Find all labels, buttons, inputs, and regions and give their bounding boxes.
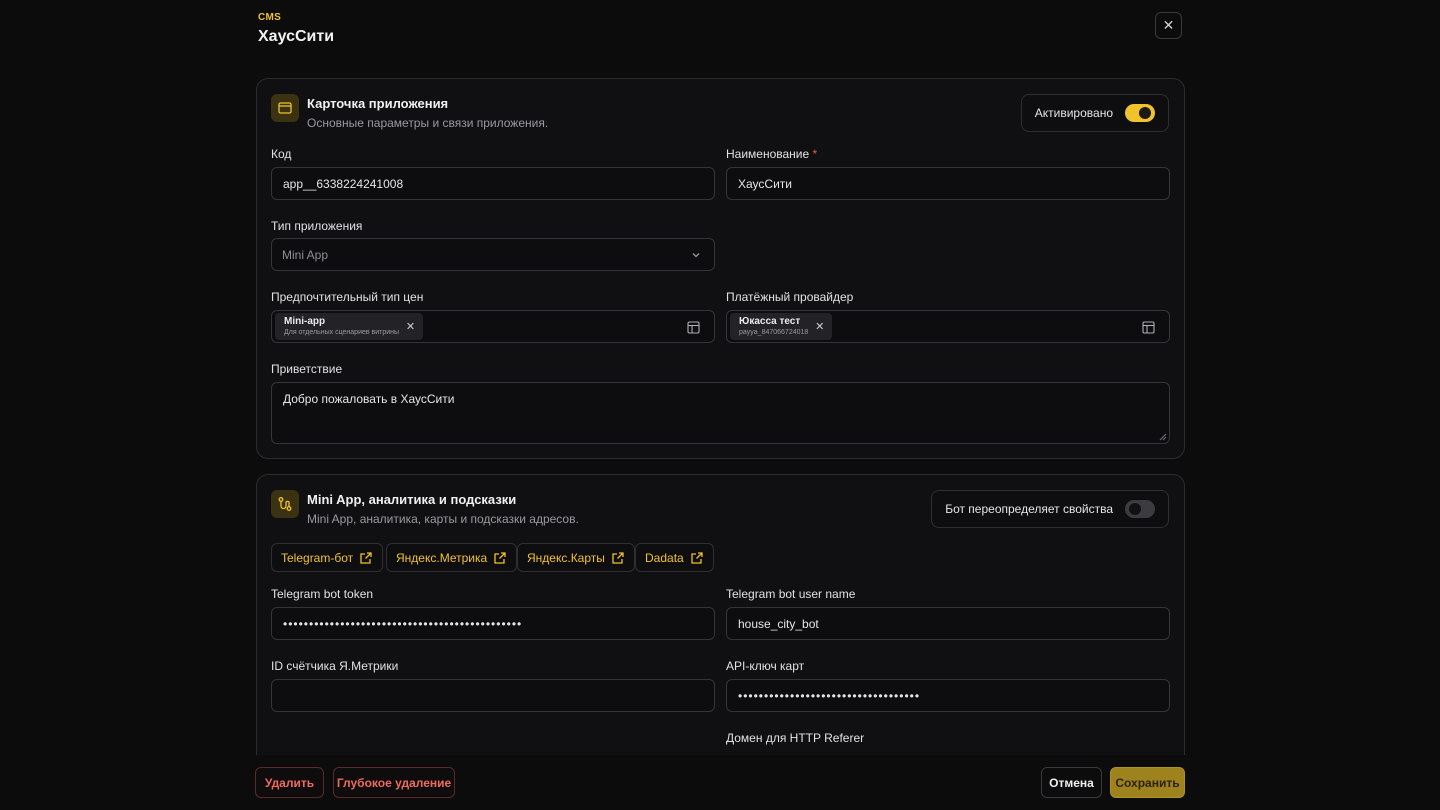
name-label: Наименование * <box>726 147 818 161</box>
deep-delete-button[interactable]: Глубокое удаление <box>333 767 455 798</box>
external-link-icon <box>612 551 624 564</box>
greeting-value: Добро пожаловать в ХаусСити <box>283 392 455 406</box>
external-link-icon <box>691 551 703 564</box>
remove-chip-icon[interactable]: ✕ <box>815 320 824 333</box>
code-value: app__6338224241008 <box>283 176 404 191</box>
bot-username-label: Telegram bot user name <box>726 587 856 601</box>
chevron-down-icon <box>692 253 700 258</box>
bot-token-label: Telegram bot token <box>271 587 374 601</box>
card-subtitle: Mini App, аналитика, карты и подсказки а… <box>307 512 579 526</box>
activated-toggle[interactable] <box>1125 104 1155 122</box>
maps-api-key-field[interactable]: ••••••••••••••••••••••••••••••••••• <box>726 679 1170 712</box>
app-type-select[interactable]: Mini App <box>271 238 715 271</box>
bot-token-value: ••••••••••••••••••••••••••••••••••••••••… <box>283 616 523 631</box>
bot-username-value: house_city_bot <box>738 616 819 631</box>
page-title: ХаусСити <box>258 28 335 45</box>
maps-api-key-value: ••••••••••••••••••••••••••••••••••• <box>738 688 921 703</box>
app-type-value: Mini App <box>282 247 329 262</box>
payment-provider-field[interactable]: Юкасса тест payya_847066724018 ✕ <box>726 310 1170 343</box>
price-type-field[interactable]: Mini-app Для отдельных сценариев витрины… <box>271 310 715 343</box>
metrika-id-field[interactable] <box>271 679 715 712</box>
card-title: Mini App, аналитика и подсказки <box>307 492 517 507</box>
activated-toggle-box: Активировано <box>1020 94 1169 132</box>
required-mark: * <box>812 147 818 161</box>
yandex-maps-link[interactable]: Яндекс.Карты <box>517 543 635 572</box>
resize-handle-icon[interactable] <box>1159 433 1167 441</box>
greeting-label: Приветствие <box>271 362 343 376</box>
price-type-chip: Mini-app Для отдельных сценариев витрины… <box>275 313 424 340</box>
cancel-button[interactable]: Отмена <box>1041 767 1102 798</box>
referer-domain-label: Домен для HTTP Referer <box>726 731 865 745</box>
code-label: Код <box>271 147 292 161</box>
section-eyebrow: CMS <box>258 12 282 23</box>
save-button[interactable]: Сохранить <box>1110 767 1185 798</box>
name-value: ХаусСити <box>738 176 792 191</box>
footer-bar <box>0 755 1440 810</box>
delete-button[interactable]: Удалить <box>255 767 324 798</box>
external-link-icon <box>494 551 506 564</box>
card-title: Карточка приложения <box>307 96 449 111</box>
bot-token-field[interactable]: ••••••••••••••••••••••••••••••••••••••••… <box>271 607 715 640</box>
payment-provider-chip: Юкасса тест payya_847066724018 ✕ <box>730 313 833 340</box>
bot-override-toggle[interactable] <box>1125 500 1155 518</box>
toggle-label: Бот переопределяет свойства <box>945 502 1113 516</box>
bot-username-field[interactable]: house_city_bot <box>726 607 1170 640</box>
close-button[interactable]: ✕ <box>1155 12 1182 39</box>
telegram-bot-link[interactable]: Telegram-бот <box>271 543 384 572</box>
route-icon <box>271 490 299 518</box>
code-field[interactable]: app__6338224241008 <box>271 167 715 200</box>
bot-override-toggle-box: Бот переопределяет свойства <box>931 490 1169 528</box>
maps-api-key-label: API-ключ карт <box>726 659 805 673</box>
app-type-label: Тип приложения <box>271 219 363 233</box>
close-icon: ✕ <box>1162 17 1175 33</box>
toggle-label: Активировано <box>1034 106 1113 120</box>
external-link-icon <box>360 551 372 564</box>
price-type-label: Предпочтительный тип цен <box>271 290 424 304</box>
app-window-icon <box>271 94 299 122</box>
payment-provider-label: Платёжный провайдер <box>726 290 854 304</box>
card-subtitle: Основные параметры и связи приложения. <box>307 116 549 130</box>
name-field[interactable]: ХаусСити <box>726 167 1170 200</box>
dadata-link[interactable]: Dadata <box>635 543 714 572</box>
table-picker-icon[interactable] <box>687 321 700 334</box>
metrika-id-label: ID счётчика Я.Метрики <box>271 659 399 673</box>
yandex-metrika-link[interactable]: Яндекс.Метрика <box>386 543 518 572</box>
remove-chip-icon[interactable]: ✕ <box>406 320 415 333</box>
table-picker-icon[interactable] <box>1142 321 1155 334</box>
greeting-textarea[interactable]: Добро пожаловать в ХаусСити <box>271 382 1170 444</box>
page-header: CMS ХаусСити <box>258 12 334 46</box>
app-card: Карточка приложения Основные параметры и… <box>256 78 1185 459</box>
